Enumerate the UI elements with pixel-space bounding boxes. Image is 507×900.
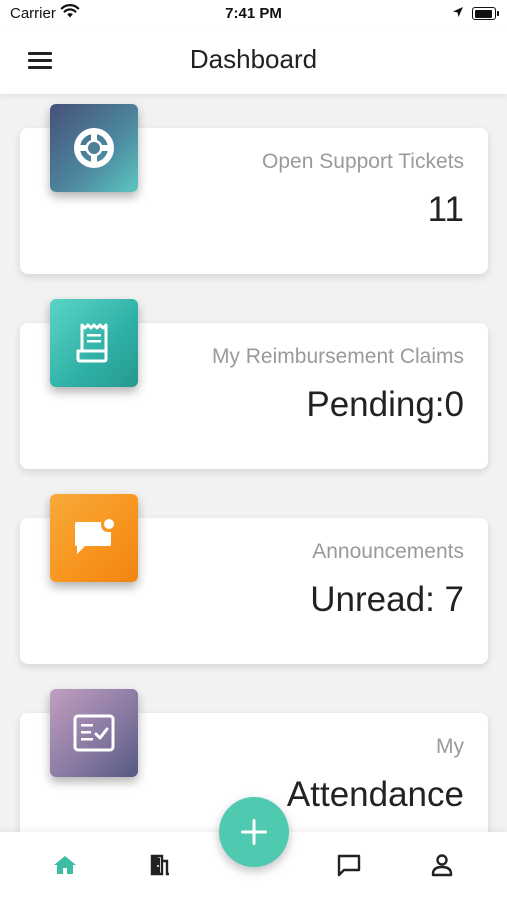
lifebuoy-icon (50, 104, 138, 192)
announcement-icon (50, 494, 138, 582)
card-value: Pending:0 (306, 385, 464, 424)
chat-icon (337, 854, 361, 877)
battery-icon (472, 7, 499, 20)
tab-profile[interactable] (424, 850, 460, 880)
card-label: My (436, 735, 464, 758)
clock: 7:41 PM (225, 5, 282, 22)
location-arrow-icon (452, 5, 464, 23)
tab-messages[interactable] (331, 850, 367, 880)
card-label: Open Support Tickets (262, 150, 464, 173)
card-value: Attendance (286, 775, 464, 814)
app-header: Dashboard (0, 28, 507, 94)
card-label: Announcements (312, 540, 464, 563)
card-value: 11 (427, 190, 464, 229)
home-icon (54, 856, 76, 874)
tab-exit[interactable] (141, 850, 177, 880)
tab-home[interactable] (47, 850, 83, 880)
plus-icon (241, 819, 267, 845)
page-title: Dashboard (189, 44, 318, 74)
dashboard-content[interactable]: Open Support Tickets 11 My Reimbursement… (0, 94, 507, 832)
card-value: Unread: 7 (310, 580, 464, 619)
person-icon (431, 854, 453, 877)
add-button[interactable] (219, 797, 289, 867)
checklist-icon (50, 689, 138, 777)
status-bar: Carrier 7:41 PM (0, 0, 507, 28)
card-label: My Reimbursement Claims (211, 345, 464, 368)
receipt-icon (50, 299, 138, 387)
door-exit-icon (150, 854, 169, 876)
